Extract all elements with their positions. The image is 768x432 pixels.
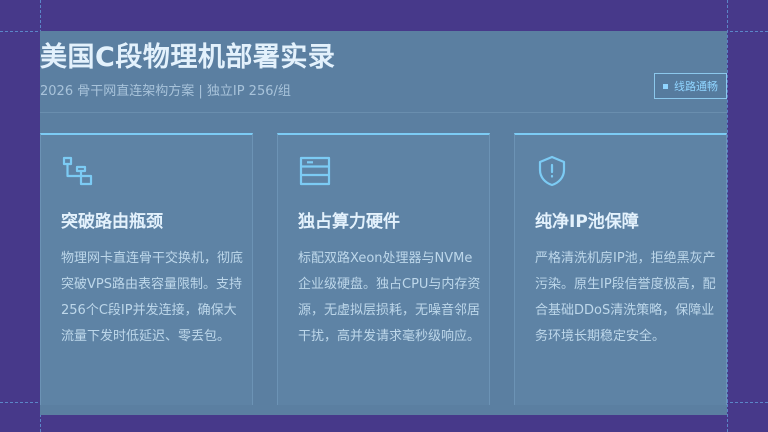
feature-card-title: 独占算力硬件 — [298, 212, 400, 232]
content-panel: 美国C段物理机部署实录 2026 骨干网直连架构方案 | 独立IP 256/组 … — [40, 31, 727, 415]
feature-card-title: 纯净IP池保障 — [535, 212, 639, 232]
guide-line-right — [727, 0, 728, 432]
header-divider — [40, 112, 727, 113]
status-dot-icon — [663, 83, 668, 89]
shield-icon — [538, 155, 566, 187]
server-icon — [299, 156, 331, 186]
status-badge: 线路通畅 — [654, 73, 727, 99]
feature-card-description: 标配双路Xeon处理器与NVMe企业级硬盘。独占CPU与内存资源，无虚拟层损耗，… — [298, 251, 481, 344]
feature-card-hardware: 独占算力硬件 标配双路Xeon处理器与NVMe企业级硬盘。独占CPU与内存资源，… — [277, 133, 490, 405]
feature-card-description: 严格清洗机房IP池，拒绝黑灰产污染。原生IP段信誉度极高，配合基础DDoS清洗策… — [535, 251, 716, 344]
feature-card-description: 物理网卡直连骨干交换机，彻底突破VPS路由表容量限制。支持256个C段IP并发连… — [61, 251, 244, 344]
status-badge-label: 线路通畅 — [674, 80, 718, 93]
page-subtitle: 2026 骨干网直连架构方案 | 独立IP 256/组 — [40, 84, 291, 99]
page-title: 美国C段物理机部署实录 — [40, 42, 336, 73]
feature-card-title: 突破路由瓶颈 — [61, 212, 163, 232]
feature-card-routing: 突破路由瓶颈 物理网卡直连骨干交换机，彻底突破VPS路由表容量限制。支持256个… — [40, 133, 253, 405]
route-icon — [62, 156, 93, 186]
feature-card-ip-pool: 纯净IP池保障 严格清洗机房IP池，拒绝黑灰产污染。原生IP段信誉度极高，配合基… — [514, 133, 727, 405]
